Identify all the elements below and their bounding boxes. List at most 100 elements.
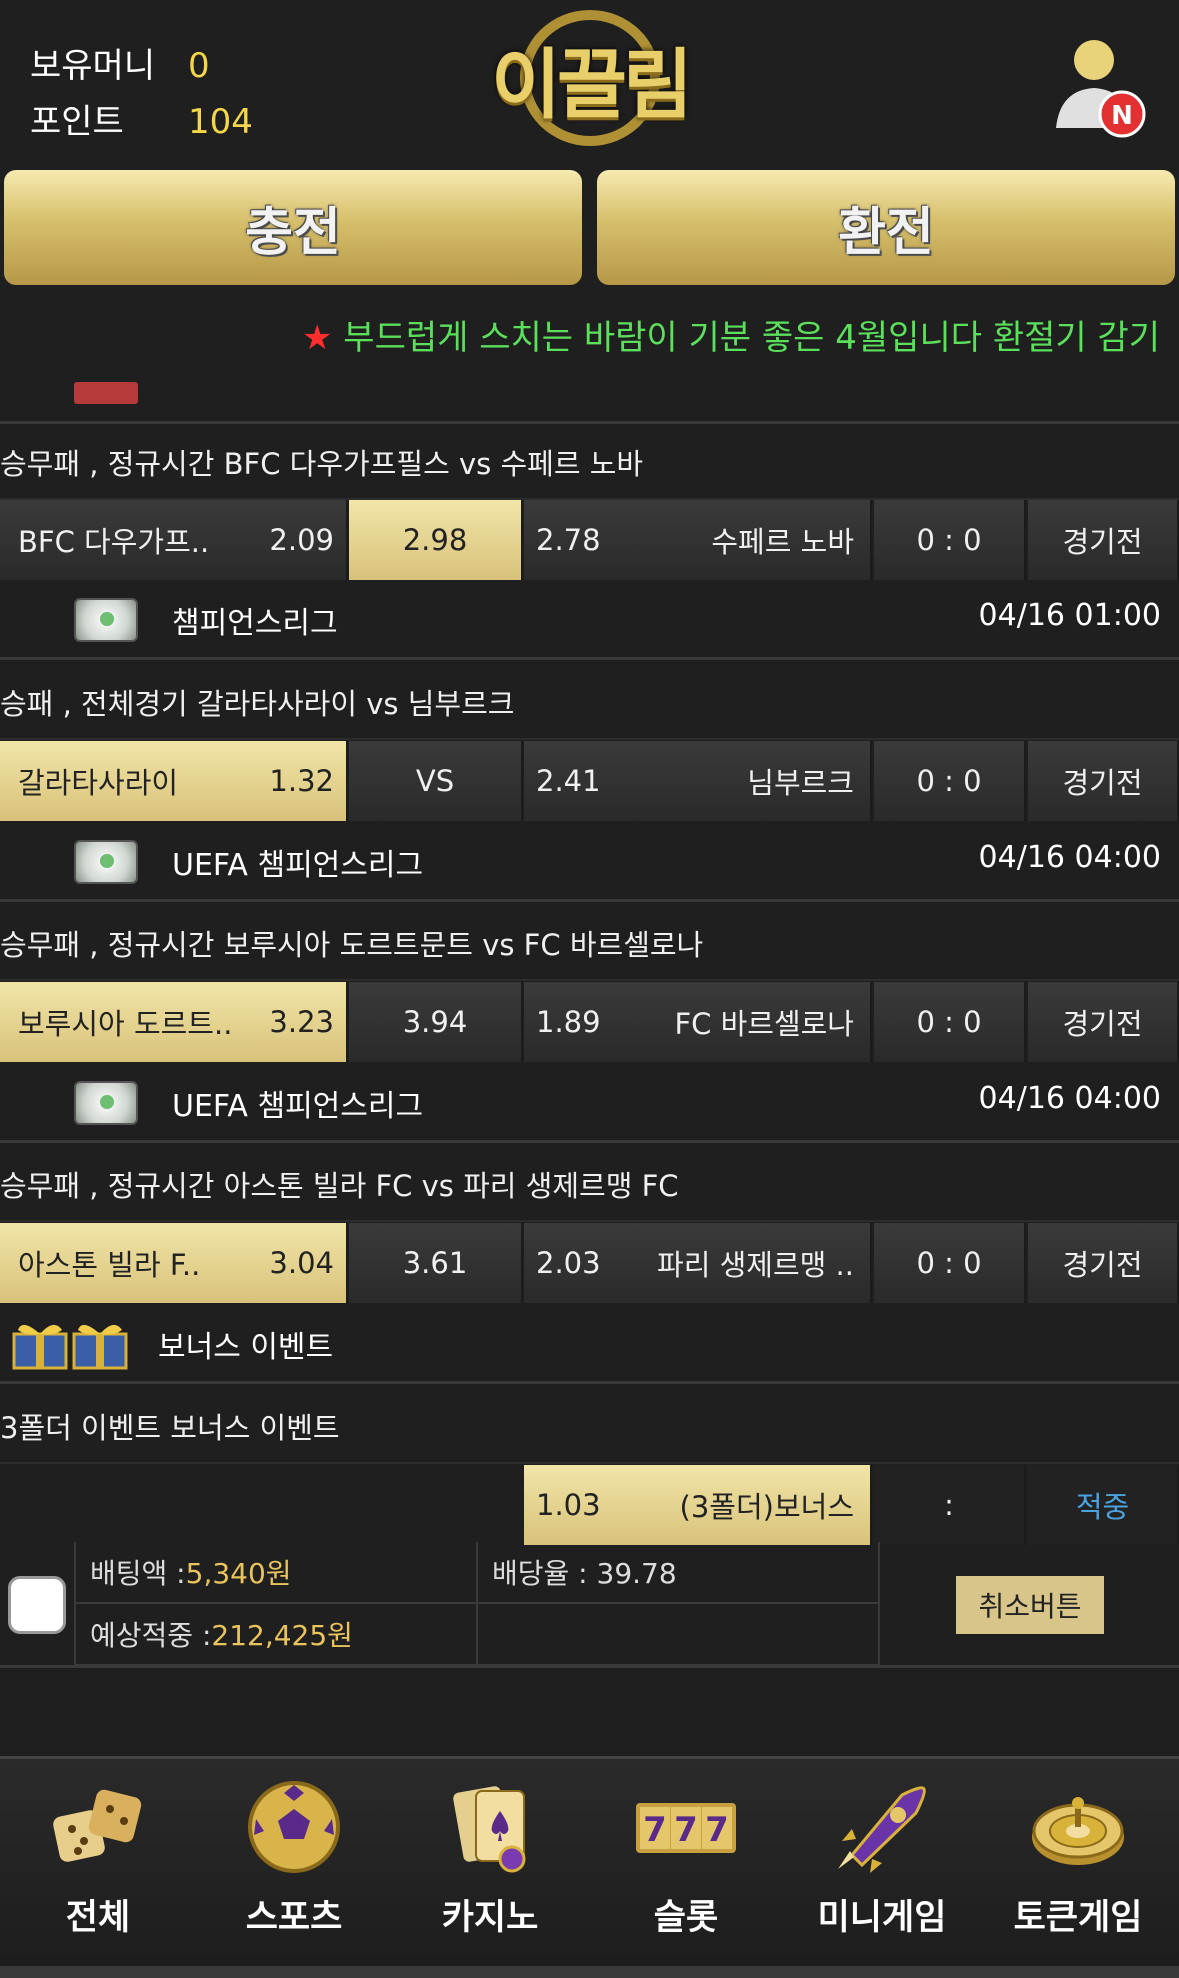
away-odds-button[interactable]: 2.03 파리 생제르맹 .. bbox=[524, 1223, 872, 1303]
draw-odds: 2.98 bbox=[402, 523, 468, 557]
bonus-section-label: 보너스 이벤트 bbox=[158, 1330, 334, 1365]
away-odds-button[interactable]: 2.78 수페르 노바 bbox=[524, 500, 872, 580]
nav-casino[interactable]: 카지노 bbox=[392, 1759, 588, 1969]
league-name: 챔피언스리그 bbox=[172, 606, 338, 641]
home-odds-button[interactable]: 갈라타사라이 1.32 bbox=[0, 741, 348, 821]
select-checkbox[interactable] bbox=[8, 1576, 66, 1634]
user-icon[interactable]: N bbox=[1050, 34, 1150, 144]
nav-label: 미니게임 bbox=[817, 1898, 947, 1938]
gift-box-icon bbox=[12, 1316, 130, 1370]
nav-all[interactable]: 전체 bbox=[0, 1759, 196, 1969]
bonus-score: : bbox=[944, 1488, 954, 1522]
match-title: 승무패 , 정규시간 보루시아 도르트문트 vs FC 바르셀로나 bbox=[0, 907, 1179, 981]
bet-summary: 배팅액 : 5,340원 배당율 : 39.78 예상적중 : 212,425원… bbox=[0, 1542, 1179, 1668]
away-odds-button[interactable]: 1.89 FC 바르셀로나 bbox=[524, 982, 872, 1062]
match-time: 04/16 04:00 bbox=[978, 840, 1161, 875]
draw-odds: 3.61 bbox=[402, 1246, 468, 1280]
draw-odds: 3.94 bbox=[402, 1005, 468, 1039]
header: 보유머니 0 포인트 104 이끌림 N bbox=[0, 0, 1179, 168]
league-name: UEFA 챔피언스리그 bbox=[172, 1089, 424, 1124]
notification-badge: N bbox=[1111, 101, 1133, 131]
match-time: 04/16 01:00 bbox=[978, 598, 1161, 633]
money-row: 보유머니 0 bbox=[30, 38, 210, 87]
home-odds: 2.09 bbox=[269, 523, 334, 557]
league-flag-icon bbox=[74, 382, 138, 404]
playing-cards-icon bbox=[453, 1786, 526, 1873]
nav-token-game[interactable]: 토큰게임 bbox=[980, 1759, 1176, 1969]
soccer-ball-icon bbox=[74, 840, 138, 884]
nav-sports[interactable]: 스포츠 bbox=[196, 1759, 392, 1969]
empty-cell bbox=[478, 1604, 880, 1666]
bottom-edge bbox=[0, 1966, 1179, 1978]
match-status: 경기전 bbox=[1062, 1007, 1143, 1041]
draw-odds-button[interactable]: 3.61 bbox=[349, 1223, 523, 1303]
bonus-score-cell: : bbox=[874, 1465, 1026, 1545]
expected-win: 예상적중 : 212,425원 bbox=[74, 1604, 478, 1666]
logo-text: 이끌림 bbox=[491, 40, 693, 129]
partial-league-row bbox=[0, 368, 1179, 424]
bonus-status-cell: 적중 bbox=[1028, 1465, 1179, 1545]
nav-label: 전체 bbox=[65, 1898, 131, 1938]
away-odds: 2.78 bbox=[536, 523, 601, 557]
draw-odds-button[interactable]: 3.94 bbox=[349, 982, 523, 1062]
odds-row: 갈라타사라이 1.32 VS 2.41 님부르크 0 : 0 경기전 bbox=[0, 741, 1179, 823]
away-odds-button[interactable]: 2.41 님부르크 bbox=[524, 741, 872, 821]
exchange-button[interactable]: 환전 bbox=[597, 170, 1175, 285]
draw-odds-button[interactable]: VS bbox=[349, 741, 523, 821]
bonus-odds-row: 1.03 (3폴더)보너스 : 적중 bbox=[0, 1465, 1179, 1547]
bonus-odds: 1.03 bbox=[536, 1488, 601, 1522]
nav-label: 스포츠 bbox=[245, 1898, 343, 1938]
draw-odds-button[interactable]: 2.98 bbox=[349, 500, 523, 580]
slot-777-icon: 7 7 7 bbox=[636, 1803, 736, 1853]
home-team: 갈라타사라이 bbox=[18, 766, 179, 800]
odds-row: 보루시아 도르트.. 3.23 3.94 1.89 FC 바르셀로나 0 : 0… bbox=[0, 982, 1179, 1064]
home-odds-button[interactable]: 아스톤 빌라 F.. 3.04 bbox=[0, 1223, 348, 1303]
league-row: UEFA 챔피언스리그 04/16 04:00 bbox=[0, 1061, 1179, 1143]
league-row: UEFA 챔피언스리그 04/16 04:00 bbox=[0, 820, 1179, 902]
nav-minigame[interactable]: 미니게임 bbox=[784, 1759, 980, 1969]
bonus-odds-button[interactable]: 1.03 (3폴더)보너스 bbox=[524, 1465, 872, 1545]
league-row: 챔피언스리그 04/16 01:00 bbox=[0, 578, 1179, 660]
points-row: 포인트 104 bbox=[30, 94, 253, 143]
nav-label: 슬롯 bbox=[653, 1898, 719, 1938]
score-cell: 0 : 0 bbox=[874, 500, 1026, 580]
svg-text:7: 7 bbox=[705, 1810, 729, 1850]
money-label: 보유머니 bbox=[30, 46, 156, 86]
bet-amount-label: 배팅액 : bbox=[90, 1557, 186, 1590]
logo[interactable]: 이끌림 bbox=[480, 6, 700, 150]
score-cell: 0 : 0 bbox=[874, 1223, 1026, 1303]
match-title: 승무패 , 정규시간 아스톤 빌라 FC vs 파리 생제르맹 FC bbox=[0, 1148, 1179, 1222]
match-title: 승무패 , 정규시간 BFC 다우가프필스 vs 수페르 노바 bbox=[0, 426, 1179, 500]
star-icon: ★ bbox=[302, 318, 333, 358]
score: 0 : 0 bbox=[916, 523, 982, 557]
home-team: 보루시아 도르트.. bbox=[18, 1007, 233, 1041]
soccer-ball-icon bbox=[74, 1081, 138, 1125]
away-odds: 2.03 bbox=[536, 1246, 601, 1280]
bet-rate: 배당율 : 39.78 bbox=[478, 1542, 880, 1604]
bonus-status: 적중 bbox=[1075, 1490, 1130, 1524]
away-odds: 2.41 bbox=[536, 764, 601, 798]
score: 0 : 0 bbox=[916, 1005, 982, 1039]
cancel-button[interactable]: 취소버튼 bbox=[956, 1576, 1104, 1634]
soccer-ball-icon bbox=[248, 1781, 340, 1873]
home-odds-button[interactable]: BFC 다우가프.. 2.09 bbox=[0, 500, 348, 580]
away-team: 수페르 노바 bbox=[711, 525, 854, 559]
score: 0 : 0 bbox=[916, 1246, 982, 1280]
home-odds-button[interactable]: 보루시아 도르트.. 3.23 bbox=[0, 982, 348, 1062]
bonus-name: (3폴더)보너스 bbox=[679, 1490, 854, 1524]
status-cell: 경기전 bbox=[1028, 982, 1179, 1062]
home-odds: 3.23 bbox=[269, 1005, 334, 1039]
match-time: 04/16 04:00 bbox=[978, 1081, 1161, 1116]
match-status: 경기전 bbox=[1062, 1248, 1143, 1282]
expected-label: 예상적중 : bbox=[90, 1619, 212, 1652]
points-label: 포인트 bbox=[30, 102, 124, 142]
bet-amount-value: 5,340원 bbox=[185, 1557, 292, 1590]
odds-row: 아스톤 빌라 F.. 3.04 3.61 2.03 파리 생제르맹 .. 0 :… bbox=[0, 1223, 1179, 1305]
points-value: 104 bbox=[188, 102, 253, 142]
away-team: FC 바르셀로나 bbox=[674, 1007, 854, 1041]
nav-slot[interactable]: 7 7 7 슬롯 bbox=[588, 1759, 784, 1969]
charge-button[interactable]: 충전 bbox=[4, 170, 582, 285]
money-value: 0 bbox=[188, 46, 210, 86]
away-team: 님부르크 bbox=[747, 766, 854, 800]
rocket-icon bbox=[838, 1786, 926, 1873]
